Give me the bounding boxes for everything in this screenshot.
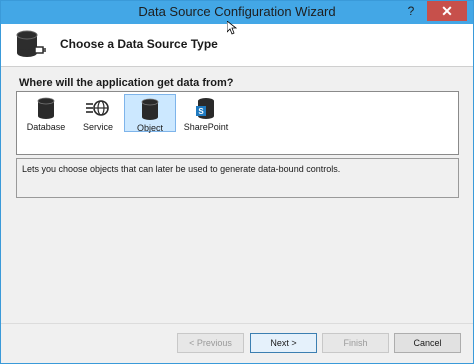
source-item-label: SharePoint [183,122,229,132]
title-bar[interactable]: Data Source Configuration Wizard ? ✕ [1,1,473,24]
source-item-database[interactable]: Database [20,94,72,132]
footer-divider [1,323,473,324]
previous-button[interactable]: < Previous [177,333,244,353]
description-text: Lets you choose objects that can later b… [22,164,341,174]
svg-text:S: S [198,107,204,116]
wizard-window: Data Source Configuration Wizard ? ✕ Cho… [0,0,474,364]
source-item-label: Service [82,122,113,132]
source-item-service[interactable]: Service [72,94,124,132]
source-question-label: Where will the application get data from… [19,77,234,89]
close-button[interactable]: ✕ [427,1,467,21]
page-title: Choose a Data Source Type [60,37,218,51]
database-connector-icon [15,30,47,65]
wizard-header: Choose a Data Source Type [1,24,473,66]
mouse-cursor-icon [226,20,238,40]
source-item-label: Database [26,122,66,132]
next-button[interactable]: Next > [250,333,317,353]
data-source-list[interactable]: Database Service Object S SharePoint [16,91,459,155]
cancel-button[interactable]: Cancel [394,333,461,353]
header-divider [1,66,473,67]
finish-button[interactable]: Finish [322,333,389,353]
source-item-sharepoint[interactable]: S SharePoint [178,94,234,132]
source-item-label: Object [136,123,163,133]
source-description: Lets you choose objects that can later b… [16,158,459,198]
help-button[interactable]: ? [401,4,421,20]
source-item-object[interactable]: Object [124,94,176,133]
